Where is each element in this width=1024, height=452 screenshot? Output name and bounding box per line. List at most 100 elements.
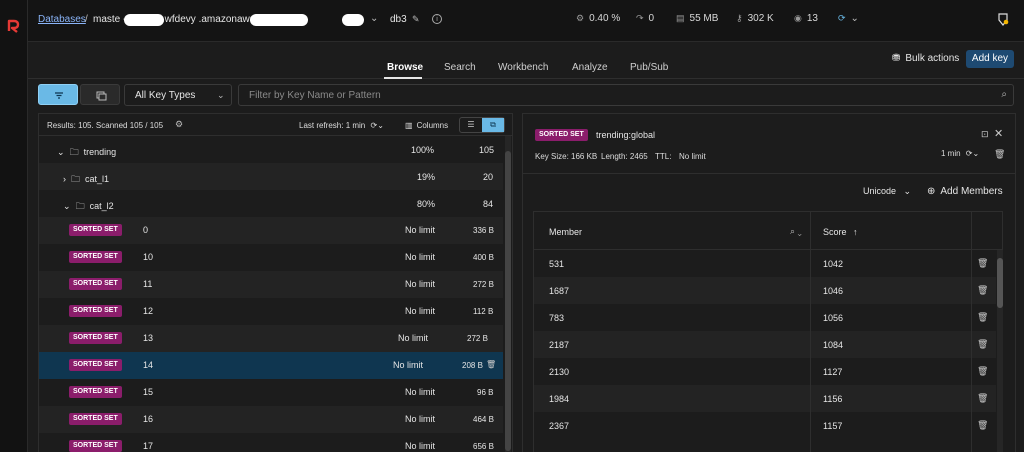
key-row[interactable]: SORTED SET 13 No limit 272 B bbox=[39, 325, 503, 352]
view-toggle[interactable]: ☰ ⧉ bbox=[459, 117, 505, 133]
key-row[interactable]: SORTED SET 10 No limit 400 B bbox=[39, 244, 503, 271]
trash-icon[interactable]: 🗑 bbox=[977, 393, 988, 404]
member-row[interactable]: 2187 1084 🗑 bbox=[534, 331, 996, 358]
redis-logo-icon[interactable] bbox=[6, 18, 22, 34]
trash-icon[interactable]: 🗑 bbox=[977, 366, 988, 377]
auto-refresh-button[interactable]: ⟳ ⌄ bbox=[838, 13, 859, 24]
members-table-header: Member ⌕ ⌄ Score ↑ bbox=[534, 212, 1002, 250]
search-icon[interactable]: ⌕ ⌄ bbox=[790, 226, 802, 237]
pencil-icon[interactable]: ✎ bbox=[412, 14, 422, 24]
key-name: 14 bbox=[143, 360, 154, 370]
ttl-value[interactable]: No limit bbox=[679, 152, 706, 161]
key-row-selected[interactable]: SORTED SET 14 No limit 208 B 🗑 bbox=[39, 352, 503, 379]
gear-icon[interactable]: ⚙ bbox=[175, 119, 183, 130]
folder-count: 84 bbox=[483, 199, 494, 209]
key-name-title[interactable]: trending:global bbox=[596, 130, 655, 140]
member-value: 2130 bbox=[549, 367, 570, 377]
tree-folder-row[interactable]: ⌄ 🗀 cat_l2 80% 84 bbox=[39, 190, 503, 217]
key-row[interactable]: SORTED SET 0 No limit 336 B bbox=[39, 217, 503, 244]
key-type-select[interactable]: All Key Types ⌄ bbox=[124, 84, 232, 106]
tab-browse[interactable]: Browse bbox=[387, 62, 423, 73]
key-ttl: No limit bbox=[405, 387, 436, 397]
filter-icon bbox=[55, 92, 63, 99]
refresh-icon[interactable]: ⟳⌄ bbox=[370, 121, 383, 130]
ops-icon: ↷ bbox=[636, 13, 644, 23]
filter-bar: All Key Types ⌄ ⌕ bbox=[28, 79, 1024, 113]
key-filter-input[interactable] bbox=[249, 88, 949, 102]
trash-icon[interactable]: 🗑 bbox=[994, 149, 1005, 160]
tab-analyze[interactable]: Analyze bbox=[572, 62, 608, 73]
key-row[interactable]: SORTED SET 12 No limit 112 B bbox=[39, 298, 503, 325]
key-name: 16 bbox=[143, 414, 154, 424]
key-list-scrollbar[interactable] bbox=[505, 136, 511, 452]
type-badge: SORTED SET bbox=[69, 224, 122, 236]
tab-search[interactable]: Search bbox=[444, 62, 476, 73]
tree-folder-row[interactable]: ⌄ 🗀 trending 100% 105 bbox=[39, 136, 503, 163]
key-row[interactable]: SORTED SET 16 No limit 464 B bbox=[39, 406, 503, 433]
folder-icon: 🗀 bbox=[75, 201, 85, 211]
key-name: 0 bbox=[143, 225, 149, 235]
clients-icon: ◉ bbox=[794, 13, 802, 23]
chevron-right-icon[interactable]: › bbox=[63, 174, 66, 184]
key-name: 12 bbox=[143, 306, 154, 316]
trash-icon[interactable]: 🗑 bbox=[977, 258, 988, 269]
top-bar: Databases / maste -valkeycl.wfdevy .amaz… bbox=[28, 0, 1024, 42]
trash-icon[interactable]: 🗑 bbox=[486, 360, 496, 369]
list-icon[interactable]: ☰ bbox=[460, 118, 482, 132]
user-icon[interactable] bbox=[996, 12, 1010, 26]
trash-icon[interactable]: 🗑 bbox=[977, 420, 988, 431]
key-row[interactable]: SORTED SET 11 No limit 272 B bbox=[39, 271, 503, 298]
type-badge: SORTED SET bbox=[69, 440, 122, 452]
expand-icon[interactable]: ⊡ bbox=[981, 129, 989, 140]
breadcrumb-databases[interactable]: Databases bbox=[38, 14, 86, 25]
chevron-down-icon[interactable]: ⌄ bbox=[63, 201, 71, 211]
key-details-panel: SORTED SET trending:global ⊡ ✕ Key Size:… bbox=[522, 113, 1016, 452]
search-icon[interactable]: ⌕ bbox=[1001, 89, 1007, 100]
tree-folder-row[interactable]: › 🗀 cat_l1 19% 20 bbox=[39, 163, 503, 190]
folder-percent: 100% bbox=[411, 145, 435, 155]
key-size: 464 B bbox=[473, 415, 494, 424]
scrollbar-thumb[interactable] bbox=[997, 258, 1003, 308]
last-refresh: Last refresh: 1 min ⟳⌄ bbox=[299, 121, 384, 130]
trash-icon[interactable]: 🗑 bbox=[977, 285, 988, 296]
refresh-icon[interactable]: ⟳⌄ bbox=[966, 149, 979, 158]
bulk-actions-button[interactable]: ⛃ Bulk actions bbox=[892, 53, 959, 64]
list-view-button[interactable] bbox=[38, 84, 78, 105]
key-row[interactable]: SORTED SET 17 No limit 656 B bbox=[39, 433, 503, 452]
key-filter-box[interactable]: ⌕ bbox=[238, 84, 1014, 106]
member-row[interactable]: 783 1056 🗑 bbox=[534, 304, 996, 331]
tree-icon[interactable]: ⧉ bbox=[482, 118, 504, 132]
column-divider bbox=[971, 212, 972, 452]
results-summary: Results: 105. Scanned 105 / 105 bbox=[47, 121, 164, 130]
member-row[interactable]: 1687 1046 🗑 bbox=[534, 277, 996, 304]
member-row[interactable]: 2130 1127 🗑 bbox=[534, 358, 996, 385]
scrollbar-thumb[interactable] bbox=[505, 151, 511, 451]
members-scrollbar[interactable] bbox=[997, 250, 1003, 452]
key-size: 400 B bbox=[473, 253, 494, 262]
add-members-button[interactable]: ⊕ Add Members bbox=[927, 186, 1003, 197]
columns-button[interactable]: ▥ Columns bbox=[405, 121, 448, 130]
type-badge: SORTED SET bbox=[69, 359, 122, 371]
database-host[interactable]: maste -valkeycl.wfdevy .amazonaws.com bbox=[93, 14, 276, 25]
trash-icon[interactable]: 🗑 bbox=[977, 312, 988, 323]
info-icon[interactable]: i bbox=[432, 14, 442, 24]
tab-pubsub[interactable]: Pub/Sub bbox=[630, 62, 668, 73]
key-row[interactable]: SORTED SET 15 No limit 96 B bbox=[39, 379, 503, 406]
add-key-button[interactable]: Add key bbox=[966, 50, 1014, 68]
tree-view-button[interactable] bbox=[80, 84, 120, 105]
close-icon[interactable]: ✕ bbox=[994, 127, 1003, 140]
tab-workbench[interactable]: Workbench bbox=[498, 62, 548, 73]
key-size: 272 B bbox=[473, 280, 494, 289]
member-row[interactable]: 531 1042 🗑 bbox=[534, 250, 996, 277]
trash-icon[interactable]: 🗑 bbox=[977, 339, 988, 350]
column-score[interactable]: Score ↑ bbox=[823, 227, 858, 237]
tree-icon bbox=[96, 91, 107, 101]
ttl-label: TTL: bbox=[655, 152, 672, 161]
chevron-down-icon[interactable]: ⌄ bbox=[57, 147, 65, 157]
chevron-down-icon: ⌄ bbox=[217, 90, 225, 100]
encoding-select[interactable]: Unicode ⌄ bbox=[863, 186, 911, 197]
memory-icon: ▤ bbox=[676, 13, 685, 23]
member-row[interactable]: 1984 1156 🗑 bbox=[534, 385, 996, 412]
member-row[interactable]: 2367 1157 🗑 bbox=[534, 412, 996, 439]
chevron-down-icon[interactable]: ⌄ bbox=[370, 13, 378, 24]
